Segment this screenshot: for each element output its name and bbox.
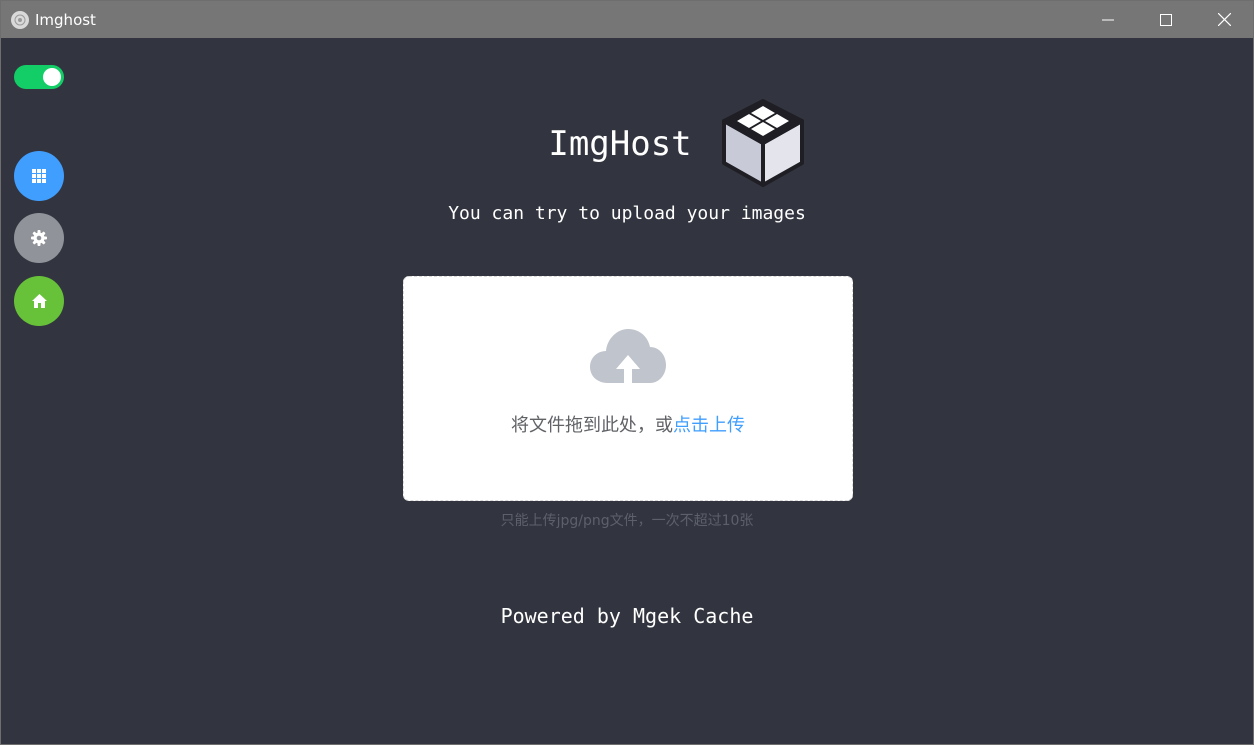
brand-header: ImgHost [1, 99, 1253, 189]
upload-text-prefix: 将文件拖到此处，或 [511, 415, 673, 436]
click-upload-link[interactable]: 点击上传 [673, 415, 745, 436]
footer-credit: Powered by Mgek Cache [500, 604, 754, 628]
home-button[interactable] [14, 276, 64, 326]
upload-instruction: 将文件拖到此处，或点击上传 [404, 411, 852, 437]
maximize-icon [1160, 13, 1172, 26]
title-bar[interactable]: Imghost [1, 1, 1253, 38]
theme-toggle-switch[interactable] [14, 65, 64, 89]
home-icon [31, 294, 47, 308]
upload-dropzone[interactable]: 将文件拖到此处，或点击上传 [403, 276, 853, 501]
cube-icon [721, 99, 804, 187]
cloud-upload-icon [590, 329, 666, 385]
minimize-icon [1102, 19, 1114, 20]
close-icon [1217, 13, 1231, 26]
gear-icon [31, 230, 47, 246]
close-button[interactable] [1195, 1, 1253, 38]
app-logo-icon [11, 10, 29, 29]
window-controls [1079, 1, 1253, 38]
minimize-button[interactable] [1079, 1, 1137, 38]
upload-tip: 只能上传jpg/png文件，一次不超过10张 [500, 513, 754, 529]
app-heading: ImgHost [548, 124, 692, 164]
subtitle: You can try to upload your images [448, 203, 806, 224]
window-title: Imghost [35, 10, 96, 29]
toggle-knob [43, 68, 61, 86]
app-window: Imghost ImgHost You can try to upload yo… [0, 0, 1254, 745]
maximize-button[interactable] [1137, 1, 1195, 38]
